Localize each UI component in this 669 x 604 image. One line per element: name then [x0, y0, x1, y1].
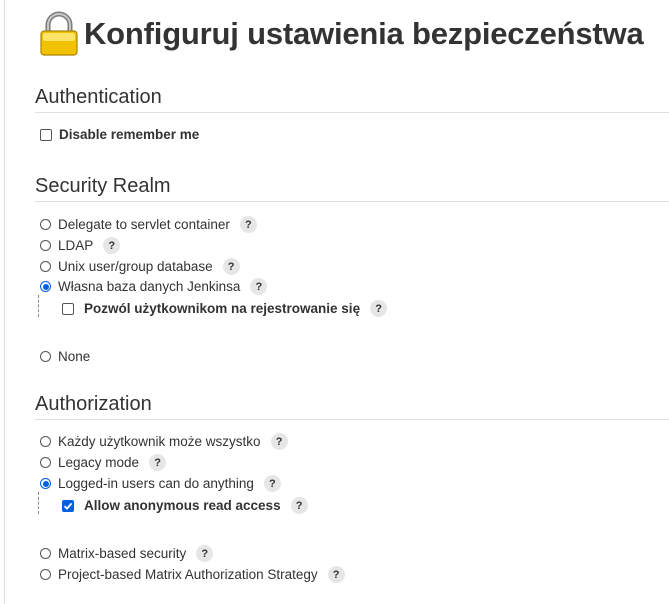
- authz-project-matrix-label[interactable]: Project-based Matrix Authorization Strat…: [58, 567, 318, 582]
- help-icon[interactable]: ?: [270, 433, 288, 450]
- authz-logged-in-radio[interactable]: [40, 478, 51, 489]
- authz-project-matrix-radio[interactable]: [40, 569, 51, 580]
- section-heading-authorization: Authorization: [35, 393, 669, 420]
- authz-option-matrix[interactable]: Matrix-based security ?: [40, 545, 214, 562]
- authz-everyone-radio[interactable]: [40, 436, 51, 447]
- help-icon[interactable]: ?: [222, 258, 240, 275]
- disable-remember-me-row[interactable]: Disable remember me: [40, 127, 199, 142]
- authz-option-project-matrix[interactable]: Project-based Matrix Authorization Strat…: [40, 566, 345, 583]
- help-icon[interactable]: ?: [290, 497, 308, 514]
- page-header: Konfiguruj ustawienia bezpieczeństwa: [38, 8, 644, 60]
- page-title: Konfiguruj ustawienia bezpieczeństwa: [84, 16, 644, 51]
- realm-unix-label[interactable]: Unix user/group database: [58, 259, 213, 274]
- allow-anonymous-read-row[interactable]: Allow anonymous read access ?: [62, 497, 308, 514]
- disable-remember-me-checkbox[interactable]: [40, 128, 52, 141]
- realm-option-servlet[interactable]: Delegate to servlet container ?: [40, 216, 257, 233]
- checkmark-icon: [63, 502, 73, 510]
- authz-everyone-label[interactable]: Każdy użytkownik może wszystko: [58, 434, 261, 449]
- lock-icon: [40, 11, 78, 56]
- realm-option-unix[interactable]: Unix user/group database ?: [40, 258, 240, 275]
- realm-none-label[interactable]: None: [58, 349, 90, 364]
- page-left-border: [4, 0, 5, 604]
- disable-remember-me-label[interactable]: Disable remember me: [59, 127, 199, 142]
- realm-ldap-radio[interactable]: [40, 240, 51, 251]
- realm-ldap-label[interactable]: LDAP: [58, 238, 93, 253]
- authz-matrix-radio[interactable]: [40, 548, 51, 559]
- allow-signup-label[interactable]: Pozwól użytkownikom na rejestrowanie się: [84, 301, 360, 316]
- realm-unix-radio[interactable]: [40, 261, 51, 272]
- section-heading-security-realm: Security Realm: [35, 175, 669, 202]
- section-heading-authentication: Authentication: [35, 86, 669, 113]
- authz-option-logged-in[interactable]: Logged-in users can do anything ?: [40, 475, 281, 492]
- help-icon[interactable]: ?: [196, 545, 214, 562]
- realm-servlet-radio[interactable]: [40, 219, 51, 230]
- allow-signup-checkbox[interactable]: [62, 302, 74, 315]
- help-icon[interactable]: ?: [327, 566, 345, 583]
- allow-anonymous-read-label[interactable]: Allow anonymous read access: [84, 498, 281, 513]
- realm-option-jenkins-db[interactable]: Własna baza danych Jenkinsa ?: [40, 278, 268, 295]
- help-icon[interactable]: ?: [370, 300, 388, 317]
- help-icon[interactable]: ?: [250, 278, 268, 295]
- allow-anonymous-read-checkbox[interactable]: [62, 499, 74, 512]
- realm-servlet-label[interactable]: Delegate to servlet container: [58, 217, 230, 232]
- nested-options-guide: [38, 492, 39, 514]
- authz-option-legacy[interactable]: Legacy mode ?: [40, 454, 167, 471]
- authz-legacy-label[interactable]: Legacy mode: [58, 455, 139, 470]
- help-icon[interactable]: ?: [103, 237, 121, 254]
- realm-jenkins-db-label[interactable]: Własna baza danych Jenkinsa: [58, 279, 240, 294]
- nested-options-guide: [38, 295, 39, 317]
- realm-option-ldap[interactable]: LDAP ?: [40, 237, 121, 254]
- help-icon[interactable]: ?: [239, 216, 257, 233]
- realm-option-none[interactable]: None: [40, 349, 90, 364]
- realm-none-radio[interactable]: [40, 351, 51, 362]
- authz-logged-in-label[interactable]: Logged-in users can do anything: [58, 476, 254, 491]
- allow-signup-row[interactable]: Pozwól użytkownikom na rejestrowanie się…: [62, 300, 388, 317]
- realm-jenkins-db-radio[interactable]: [40, 281, 51, 292]
- help-icon[interactable]: ?: [263, 475, 281, 492]
- authz-option-everyone[interactable]: Każdy użytkownik może wszystko ?: [40, 433, 288, 450]
- authz-legacy-radio[interactable]: [40, 457, 51, 468]
- authz-matrix-label[interactable]: Matrix-based security: [58, 546, 186, 561]
- help-icon[interactable]: ?: [149, 454, 167, 471]
